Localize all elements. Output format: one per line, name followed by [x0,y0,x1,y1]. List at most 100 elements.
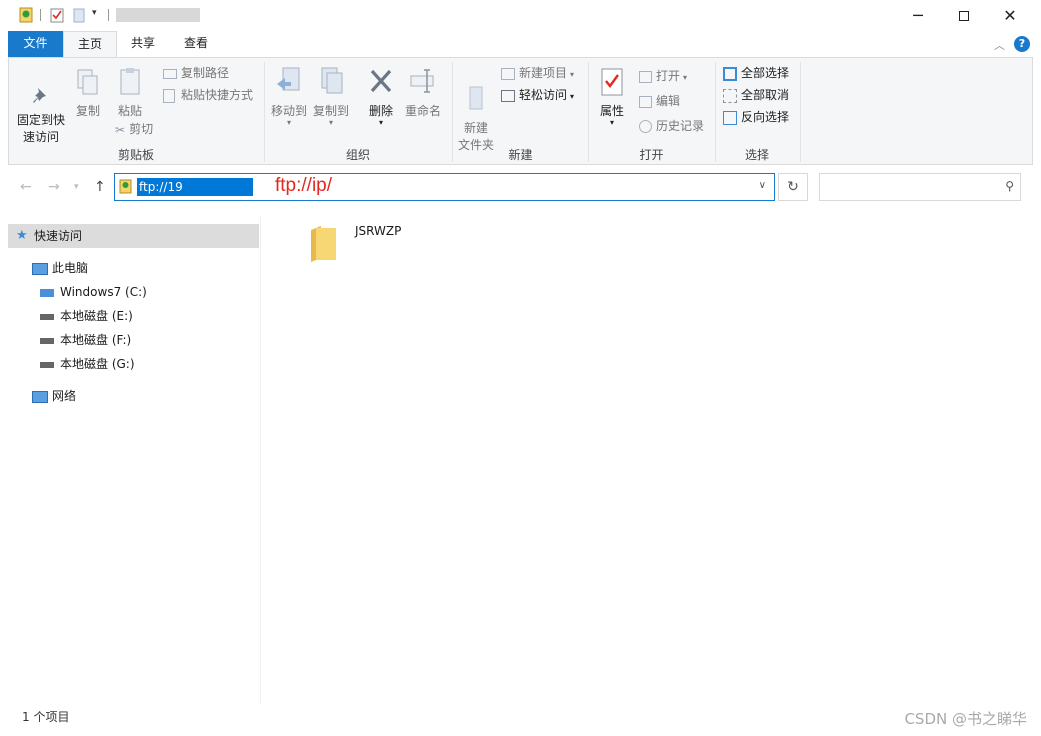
folder-icon [311,226,336,262]
close-icon: ✕ [1003,6,1017,25]
ribbon-home: 固定到快 速访问 复制 粘贴 复制路径 粘贴快捷方式 ✂ 剪切 剪贴板 移动到 ▾… [8,57,1033,165]
paste-shortcut-button[interactable]: 粘贴快捷方式 [163,85,253,105]
nav-item-drive-f[interactable]: 本地磁盘 (F:) [40,328,131,352]
open-label: 打开 [656,69,681,83]
paste-button[interactable]: 粘贴 [113,66,147,120]
address-bar-row: ← → ▾ ↑ ftp://19 ftp://ip/ ∨ ↻ ⚲ [0,165,1041,209]
address-dropdown-chevron-icon[interactable]: ∨ [759,180,766,191]
ribbon-tabs: 文件 主页 共享 查看 ︿ ? [0,31,1041,59]
tab-view[interactable]: 查看 [172,31,220,58]
cut-label: 剪切 [129,122,154,136]
title-redacted [116,8,200,22]
tab-share[interactable]: 共享 [120,31,166,58]
copy-to-button[interactable]: 复制到 ▾ [311,66,351,127]
new-folder-qa-icon[interactable] [71,7,87,23]
rename-label: 重命名 [404,104,441,118]
close-button[interactable]: ✕ [987,0,1033,31]
select-none-label: 全部取消 [741,88,790,102]
recent-locations-chevron-icon[interactable]: ▾ [74,182,79,192]
paste-icon [120,68,140,95]
nav-network-label: 网络 [52,389,77,403]
nav-item-drive-c[interactable]: Windows7 (C:) [40,280,147,304]
help-icon[interactable]: ? [1014,36,1030,52]
windows-drive-icon [40,288,54,297]
up-arrow-icon[interactable]: ↑ [94,179,106,195]
dropdown-arrow-icon: ▾ [570,70,575,79]
hard-drive-icon [40,313,54,320]
edit-label: 编辑 [656,94,681,108]
select-all-button[interactable]: 全部选择 [723,63,789,83]
invert-selection-button[interactable]: 反向选择 [723,107,789,127]
nav-drive-label: 本地磁盘 (F:) [60,333,132,347]
dropdown-arrow-icon: ▾ [683,73,688,82]
history-label: 历史记录 [656,119,705,133]
minimize-icon: ─ [913,6,923,25]
customize-qa-chevron-icon[interactable]: ▾ [92,8,97,18]
nav-item-quick-access[interactable]: ★ 快速访问 [8,224,259,248]
properties-qa-icon[interactable] [49,7,65,23]
group-label-organize: 组织 [345,148,370,162]
status-item-count: 1 个项目 [22,710,70,724]
move-to-button[interactable]: 移动到 ▾ [269,66,309,127]
watermark-text: CSDN @书之睇华 [904,710,1027,728]
edit-button[interactable]: 编辑 [639,91,680,111]
properties-button[interactable]: 属性 ▾ [594,66,630,127]
address-input[interactable]: ftp://19 [137,178,253,196]
copy-path-button[interactable]: 复制路径 [163,63,229,83]
open-button[interactable]: 打开 ▾ [639,66,687,86]
folder-name: JSRWZP [355,224,402,238]
nav-drive-label: 本地磁盘 (E:) [60,309,133,323]
easy-access-button[interactable]: 轻松访问 ▾ [501,85,574,105]
ftp-location-icon [119,179,132,194]
hard-drive-icon [40,361,54,368]
group-label-open: 打开 [639,148,664,162]
select-none-icon [723,88,737,103]
invert-selection-icon [723,110,737,125]
hard-drive-icon [40,337,54,344]
address-annotation: ftp://ip/ [275,175,333,196]
dropdown-arrow-icon: ▾ [609,118,614,127]
forward-arrow-icon[interactable]: → [48,179,60,195]
select-none-button[interactable]: 全部取消 [723,85,789,105]
tab-file[interactable]: 文件 [8,31,63,58]
paste-shortcut-icon [163,88,175,103]
copy-button[interactable]: 复制 [71,68,105,120]
maximize-button[interactable] [941,0,987,31]
delete-button[interactable]: 删除 ▾ [364,66,398,127]
nav-item-network[interactable]: 网络 [32,384,76,408]
ftp-app-icon [19,7,33,23]
nav-item-this-pc[interactable]: 此电脑 [32,256,88,280]
new-item-button[interactable]: 新建项目 ▾ [501,63,574,83]
group-label-select: 选择 [744,148,769,162]
new-folder-icon [469,86,483,110]
dropdown-arrow-icon: ▾ [328,118,333,127]
refresh-button[interactable]: ↻ [778,173,808,201]
copy-label: 复制 [75,104,100,118]
history-button[interactable]: 历史记录 [639,116,704,136]
nav-item-drive-e[interactable]: 本地磁盘 (E:) [40,304,133,328]
folder-item[interactable]: JSRWZP [306,218,426,268]
dropdown-arrow-icon: ▾ [570,92,575,101]
group-label-clipboard: 剪贴板 [117,148,154,162]
rename-button[interactable]: 重命名 [401,66,445,120]
delete-icon [370,69,392,93]
nav-drive-label: Windows7 (C:) [60,285,147,299]
nav-this-pc-label: 此电脑 [52,261,89,275]
refresh-icon: ↻ [787,179,799,195]
back-arrow-icon[interactable]: ← [20,179,32,195]
easy-access-icon [501,89,515,102]
tab-home[interactable]: 主页 [63,31,117,59]
star-icon: ★ [16,228,28,243]
minimize-button[interactable]: ─ [895,0,941,31]
collapse-ribbon-icon[interactable]: ︿ [994,37,1005,53]
search-input[interactable]: ⚲ [819,173,1021,201]
copy-to-icon [321,67,343,94]
cut-button[interactable]: ✂ 剪切 [115,119,153,139]
address-bar[interactable]: ftp://19 ftp://ip/ ∨ [114,173,775,201]
computer-icon [32,262,48,275]
paste-label: 粘贴 [117,104,142,118]
group-label-new: 新建 [508,148,533,162]
dropdown-arrow-icon: ▾ [378,118,383,127]
group-separator [800,62,801,162]
nav-item-drive-g[interactable]: 本地磁盘 (G:) [40,352,135,376]
